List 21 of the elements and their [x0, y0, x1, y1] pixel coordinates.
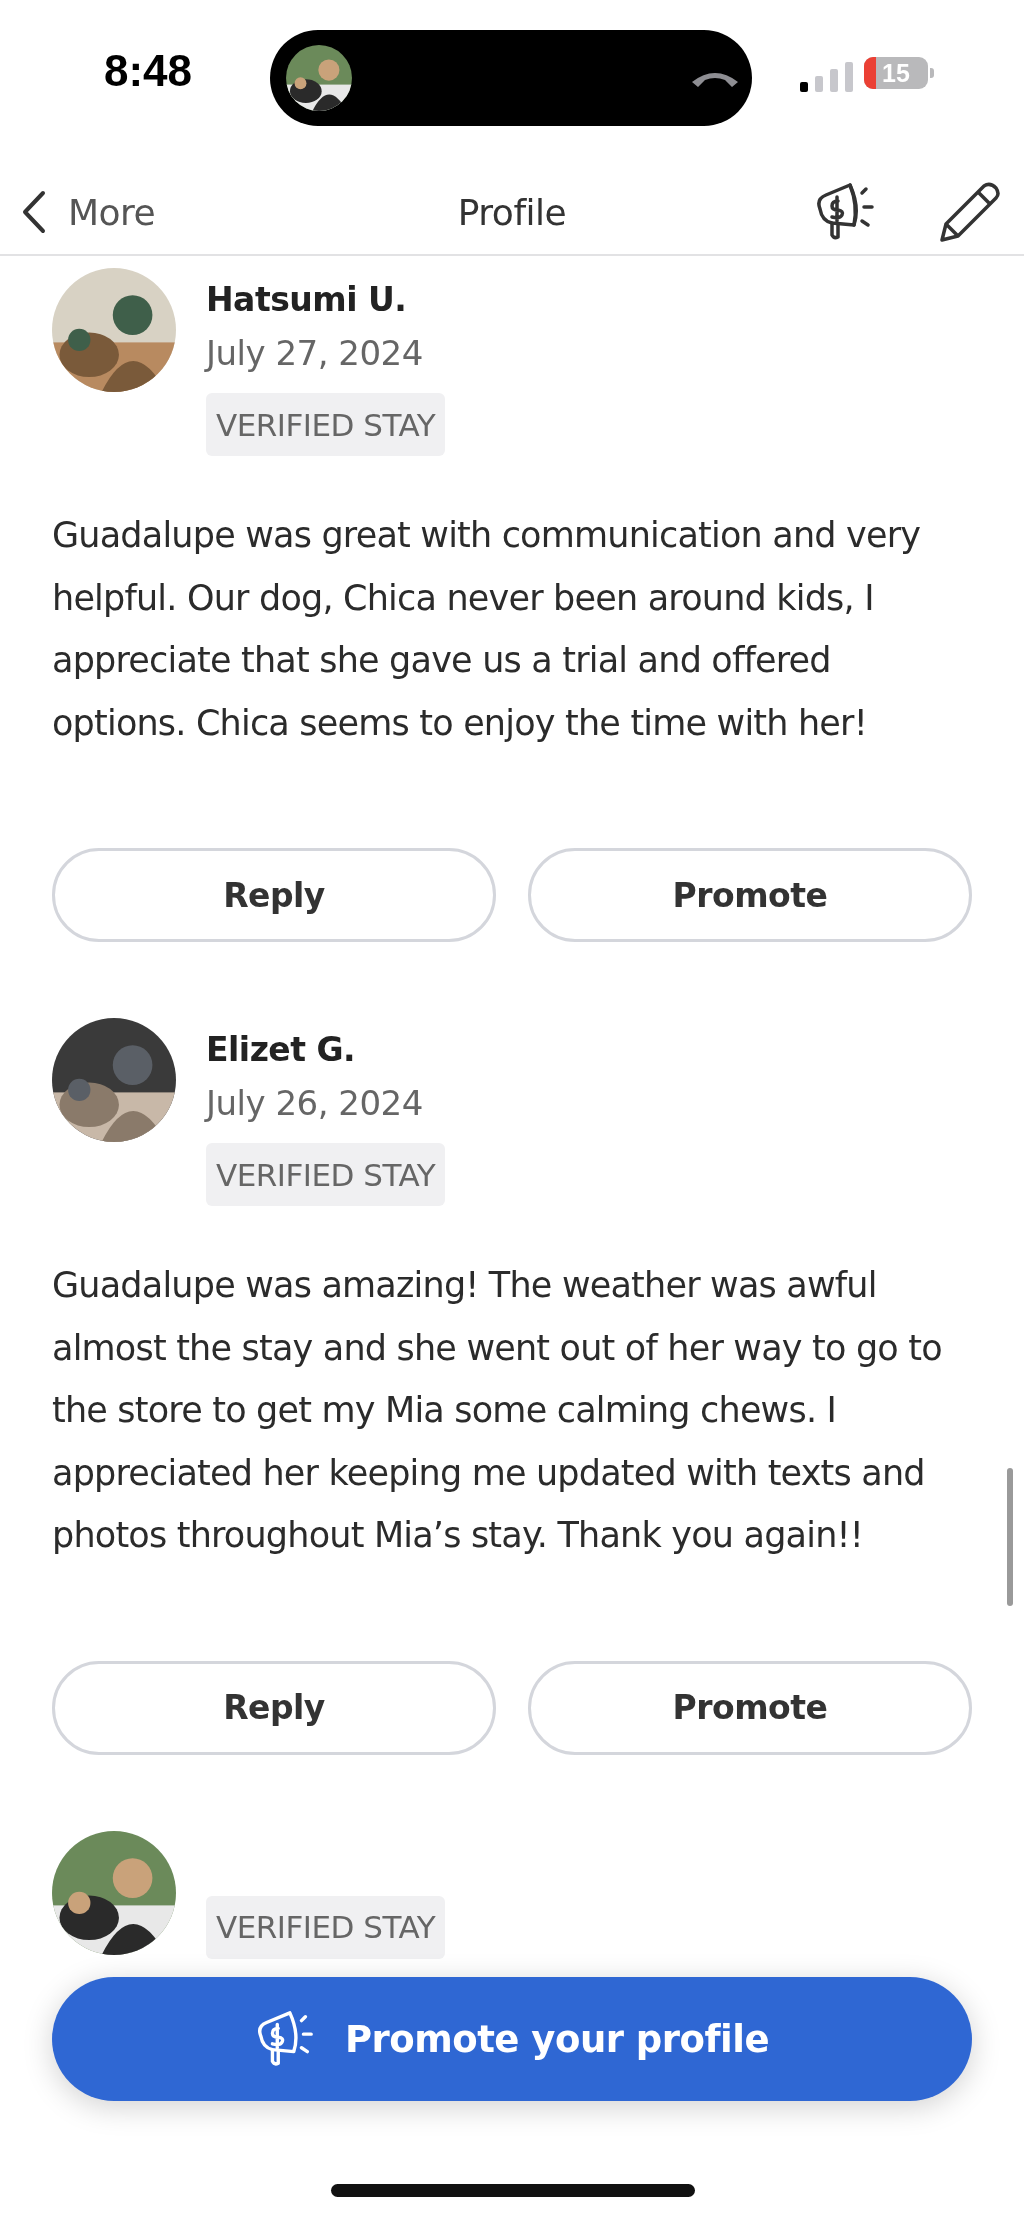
reviewer-name: Hatsumi U. — [206, 279, 407, 321]
back-icon — [22, 190, 46, 234]
reply-button[interactable]: Reply — [52, 848, 496, 942]
signal-icon — [800, 62, 854, 92]
review-text: Guadalupe was great with communication and very helpful. Our dog, Chica never been around kids, I appreciate that she gave us a trial and offered options. Chica seems to enjoy the time with her! — [52, 514, 922, 745]
status-time: 8:48 — [104, 46, 193, 96]
verified-badge: VERIFIED STAY — [206, 1895, 446, 1959]
battery-icon: 15 — [864, 57, 928, 89]
pencil-icon[interactable] — [938, 180, 1002, 244]
reviewer-name: Elizet G. — [206, 1029, 356, 1071]
reply-button[interactable]: Reply — [52, 1660, 496, 1755]
review-text: Guadalupe was amazing! The weather was awful almost the stay and she went out of her way to go to the store to get my Mia some calming chews. I appreciated her keeping me updated with texts and photos throughout Mia’s stay. Thank you again!! — [52, 1264, 943, 1557]
promote-button[interactable]: Promote — [528, 848, 972, 942]
back-button[interactable]: More — [22, 190, 156, 234]
verified-badge: VERIFIED STAY — [206, 1143, 446, 1206]
promote-profile-button[interactable]: Promote your profile — [52, 1977, 972, 2101]
review-date: July 27, 2024 — [206, 332, 423, 375]
promote-button[interactable]: Promote — [528, 1660, 972, 1755]
page-title: Profile — [457, 191, 567, 233]
review-date: July 26, 2024 — [206, 1082, 423, 1125]
verified-badge: VERIFIED STAY — [206, 393, 446, 456]
